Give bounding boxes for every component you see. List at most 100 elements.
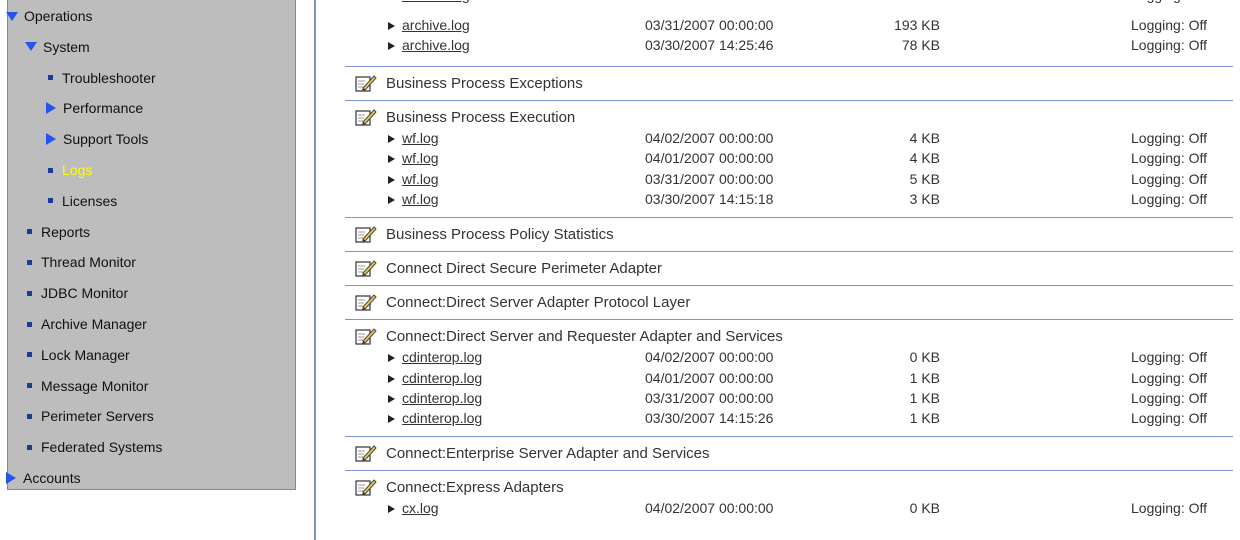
log-section-header: Connect:Direct Server and Requester Adap… <box>355 325 783 347</box>
sidebar-item-operations[interactable]: Operations <box>6 6 92 26</box>
log-date: 03/30/2007 14:25:46 <box>645 37 774 54</box>
bullet-icon <box>48 167 53 173</box>
sidebar-item-licenses[interactable]: Licenses <box>46 191 117 211</box>
sidebar-item-label: Federated Systems <box>41 439 163 456</box>
edit-icon[interactable] <box>355 259 377 277</box>
sidebar-item-troubleshooter[interactable]: Troubleshooter <box>46 68 156 88</box>
logging-status: Logging: Off <box>1131 17 1208 33</box>
expand-arrow-icon <box>388 42 395 51</box>
expand-arrow-icon <box>388 175 395 184</box>
log-file-link[interactable]: archive.log <box>402 17 470 33</box>
log-date: 04/01/2007 00:00:00 <box>645 150 774 167</box>
expand-arrow-icon <box>388 505 395 514</box>
section-separator <box>345 217 1233 219</box>
logging-status: Logging: Off <box>1131 410 1208 427</box>
section-title: Connect:Direct Server and Requester Adap… <box>386 327 783 345</box>
expand-arrow-icon <box>388 394 395 403</box>
bullet-icon <box>27 229 32 235</box>
sidebar-item-jdbc-monitor[interactable]: JDBC Monitor <box>25 283 128 303</box>
log-file-row: cdinterop.log 04/01/2007 00:00:00 1 KB Logg… <box>345 370 1240 390</box>
navigation-sidebar: Operations System Troubleshooter Performanc… <box>6 0 296 490</box>
log-section-header: Connect Direct Secure Perimeter Adapter <box>355 257 662 279</box>
log-file-row: wf.log 04/02/2007 00:00:00 4 KB Logging: Of… <box>345 130 1240 150</box>
sidebar-item-label: Logs <box>62 162 93 178</box>
log-file-link[interactable]: wf.log <box>402 191 439 207</box>
sidebar-item-performance[interactable]: Performance <box>46 98 143 118</box>
log-file-link[interactable]: wf.log <box>402 171 439 187</box>
log-file-link[interactable]: wf.log <box>402 130 439 146</box>
section-separator <box>345 66 1233 67</box>
logging-status: Logging: Off <box>1131 389 1208 406</box>
log-file-link[interactable]: cdinterop.log <box>402 370 482 386</box>
section-separator <box>345 100 1233 101</box>
log-size: 78 KB <box>901 37 940 54</box>
log-section-header: Business Process Exceptions <box>355 72 583 94</box>
sidebar-item-archive-manager[interactable]: Archive Manager <box>25 314 147 334</box>
log-file-link[interactable]: archive.log <box>402 0 470 3</box>
sidebar-item-reports[interactable]: Reports <box>25 222 90 242</box>
log-section-header: Connect:Express Adapters <box>355 476 564 498</box>
expand-arrow-icon <box>388 195 395 204</box>
log-size: 5 KB <box>909 170 940 187</box>
sidebar-item-lock-manager[interactable]: Lock Manager <box>25 345 130 365</box>
log-date: 04/02/2007 00:00:00 <box>645 130 774 146</box>
chevron-right-icon <box>6 472 16 484</box>
sidebar-item-thread-monitor[interactable]: Thread Monitor <box>25 252 136 272</box>
log-date: 04/01/2007 00:00:00 <box>645 0 773 3</box>
edit-icon[interactable] <box>355 478 377 496</box>
log-file-link[interactable]: archive.log <box>402 37 470 53</box>
sidebar-item-accounts[interactable]: Accounts <box>6 468 81 488</box>
edit-icon[interactable] <box>355 225 377 243</box>
log-file-link[interactable]: cx.log <box>402 500 439 516</box>
log-size: 1 KB <box>909 369 940 386</box>
logging-status: Logging: Off <box>1131 190 1208 207</box>
logging-status: Logging: Off <box>1131 349 1208 366</box>
log-file-row: cx.log 04/02/2007 00:00:00 0 KB Logging: Of… <box>345 500 1240 520</box>
log-file-link[interactable]: cdinterop.log <box>402 410 482 426</box>
edit-icon[interactable] <box>355 74 377 92</box>
log-size: 4 KB <box>909 130 940 146</box>
log-file-link[interactable]: cdinterop.log <box>402 349 482 365</box>
log-section-header: Business Process Policy Statistics <box>355 223 614 245</box>
log-size: 0 KB <box>909 500 940 517</box>
expand-arrow-icon <box>388 22 395 30</box>
logging-status: Logging: Off <box>1131 150 1208 167</box>
section-title: Connect:Direct Server Adapter Protocol L… <box>386 293 691 311</box>
log-file-row: archive.log 04/01/2007 00:00:00 152 KB Logg… <box>345 0 1240 7</box>
sidebar-item-label: Lock Manager <box>41 346 130 363</box>
section-title: Business Process Execution <box>386 108 576 126</box>
sidebar-item-label: Support Tools <box>63 131 149 148</box>
expand-arrow-icon <box>388 415 395 424</box>
logging-status: Logging: Off <box>1131 130 1208 146</box>
expand-arrow-icon <box>388 354 395 363</box>
edit-icon[interactable] <box>355 108 377 126</box>
sidebar-item-label: Reports <box>41 223 91 240</box>
edit-icon[interactable] <box>355 327 377 345</box>
bullet-icon <box>27 352 32 358</box>
log-file-link[interactable]: cdinterop.log <box>402 390 482 406</box>
log-size: 0 KB <box>909 349 940 366</box>
sidebar-item-label: JDBC Monitor <box>41 285 129 302</box>
sidebar-item-label: Message Monitor <box>41 377 149 394</box>
sidebar-item-support-tools[interactable]: Support Tools <box>46 129 148 149</box>
sidebar-item-label: Troubleshooter <box>62 69 156 86</box>
sidebar-item-logs[interactable]: Logs <box>46 160 92 180</box>
edit-icon[interactable] <box>355 444 377 462</box>
sidebar-item-label: Performance <box>63 100 144 117</box>
sidebar-item-label: Operations <box>24 8 93 24</box>
logging-status: Logging: Off <box>1131 369 1208 386</box>
log-section-header: Connect:Direct Server Adapter Protocol L… <box>355 291 690 313</box>
section-separator <box>345 436 1233 438</box>
sidebar-item-message-monitor[interactable]: Message Monitor <box>25 376 148 396</box>
sidebar-item-federated-systems[interactable]: Federated Systems <box>25 437 162 457</box>
log-file-link[interactable]: wf.log <box>402 150 439 166</box>
bullet-icon <box>27 321 32 327</box>
edit-icon[interactable] <box>355 293 377 311</box>
log-file-row: archive.log 03/31/2007 00:00:00 193 KB Logg… <box>345 17 1240 37</box>
logging-status: Logging: Off <box>1131 500 1208 517</box>
section-title: Connect Direct Secure Perimeter Adapter <box>386 259 662 277</box>
sidebar-item-system[interactable]: System <box>25 37 90 57</box>
sidebar-item-perimeter-servers[interactable]: Perimeter Servers <box>25 406 154 426</box>
bullet-icon <box>27 383 32 389</box>
sidebar-item-label: System <box>43 38 90 55</box>
